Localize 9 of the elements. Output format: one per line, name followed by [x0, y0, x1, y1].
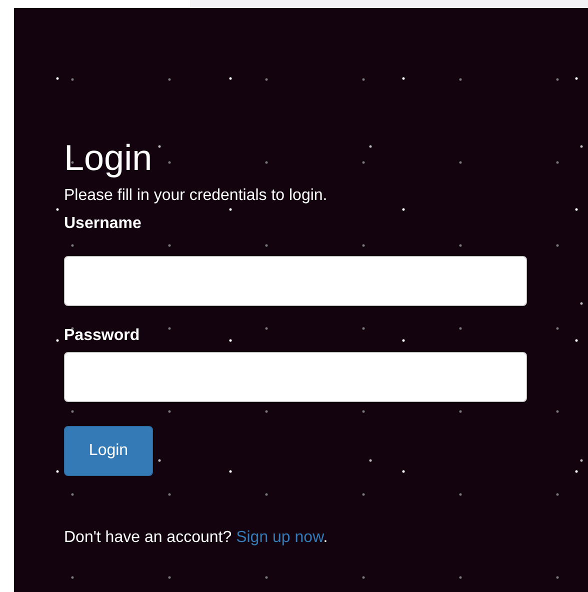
signup-prompt: Don't have an account? Sign up now.: [64, 528, 329, 548]
login-heading: Login: [64, 136, 154, 180]
password-label: Password: [64, 326, 140, 346]
username-field[interactable]: [64, 256, 527, 306]
login-button[interactable]: Login: [64, 426, 153, 476]
signup-link[interactable]: Sign up now: [236, 529, 324, 546]
password-field[interactable]: [64, 352, 527, 402]
login-instructions: Please fill in your credentials to login.: [64, 186, 328, 206]
username-label: Username: [64, 214, 142, 234]
